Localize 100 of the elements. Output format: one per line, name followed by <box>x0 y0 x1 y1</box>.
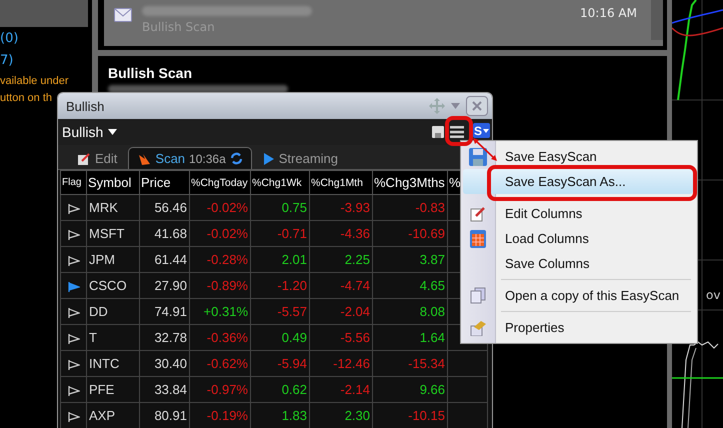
menu-item[interactable]: Load Columns <box>463 226 693 251</box>
column-header[interactable]: Symbol <box>86 170 140 194</box>
flag-icon[interactable] <box>68 282 80 292</box>
table-cell: PFE <box>86 376 140 402</box>
play-icon <box>262 152 275 166</box>
menu-item[interactable]: Save Columns <box>463 251 693 276</box>
table-cell: -0.83 <box>372 194 448 220</box>
table-cell: -4.74 <box>310 272 372 298</box>
table-cell: 0.62 <box>250 376 310 402</box>
table-cell: +0.31% <box>190 298 250 324</box>
flag-icon[interactable] <box>68 256 80 266</box>
table-cell: T <box>86 324 140 350</box>
table-cell: 8.08 <box>372 298 448 324</box>
table-cell: 9.66 <box>372 376 448 402</box>
menu-item[interactable]: Properties <box>463 315 693 340</box>
column-header[interactable]: %Chg1Mth <box>310 170 372 194</box>
column-header[interactable]: %Chg3Mths <box>372 170 448 194</box>
message-time: 10:16 AM <box>580 6 637 20</box>
flag-icon[interactable] <box>68 230 80 240</box>
table-cell: -2.04 <box>310 298 372 324</box>
table-cell: -0.02% <box>190 194 250 220</box>
flag-icon[interactable] <box>68 386 80 396</box>
tab[interactable]: Scan 10:36a <box>128 147 252 169</box>
menu-item[interactable]: Open a copy of this EasyScan <box>463 283 693 308</box>
table-cell: -0.28% <box>190 246 250 272</box>
table-cell: DD <box>86 298 140 324</box>
envelope-icon <box>114 8 132 22</box>
flag-icon[interactable] <box>68 308 80 318</box>
table-cell: 1.64 <box>372 324 448 350</box>
flag-icon[interactable] <box>68 204 80 214</box>
flag-icon[interactable] <box>68 334 80 344</box>
notice-text: vailable under <box>0 74 68 89</box>
table-cell: MSFT <box>86 220 140 246</box>
table-cell: 74.91 <box>140 298 190 324</box>
table-cell: -3.93 <box>310 194 372 220</box>
flag-icon[interactable] <box>68 412 80 422</box>
highlight-outline <box>445 116 473 146</box>
window-title: Bullish <box>66 98 106 114</box>
chart-label: ov <box>706 288 720 302</box>
notice-text: utton on th <box>0 91 52 106</box>
table-cell: 33.84 <box>140 376 190 402</box>
count-text: 7) <box>0 52 14 70</box>
table-cell: -5.56 <box>310 324 372 350</box>
edit-icon <box>470 206 486 222</box>
column-header[interactable]: %ChgToday <box>190 170 250 194</box>
table-cell: 0.75 <box>250 194 310 220</box>
table-cell: -0.71 <box>250 220 310 246</box>
table-cell: -2.14 <box>310 376 372 402</box>
menu-item[interactable]: Save EasyScan As... <box>463 169 693 194</box>
table-cell: -10.69 <box>372 220 448 246</box>
flag-icon[interactable] <box>68 360 80 370</box>
table-cell: -4.36 <box>310 220 372 246</box>
properties-icon <box>470 320 486 336</box>
close-icon <box>472 101 482 111</box>
table-cell: 3.87 <box>372 246 448 272</box>
pencil-icon <box>77 152 91 166</box>
table-cell: 32.78 <box>140 324 190 350</box>
table-cell: -15.34 <box>372 350 448 376</box>
table-cell: MRK <box>86 194 140 220</box>
table-cell: 41.68 <box>140 220 190 246</box>
table-cell: 2.01 <box>250 246 310 272</box>
floppy-icon <box>469 148 487 166</box>
table-cell: CSCO <box>86 272 140 298</box>
table-cell: -0.89% <box>190 272 250 298</box>
table-cell: -0.62% <box>190 350 250 376</box>
caret-icon <box>108 129 118 135</box>
caret-icon <box>483 128 489 132</box>
table-cell: INTC <box>86 350 140 376</box>
scanner-button[interactable]: S <box>473 123 490 138</box>
table-cell: AXP <box>86 402 140 428</box>
table-cell: -5.57 <box>250 298 310 324</box>
column-header[interactable]: Flag <box>60 170 86 194</box>
table-cell: -0.02% <box>190 220 250 246</box>
table-cell: -0.97% <box>190 376 250 402</box>
table-cell: 4.65 <box>372 272 448 298</box>
count-text: (0) <box>0 30 20 48</box>
table-cell: -1.20 <box>250 272 310 298</box>
table-cell: 0.49 <box>250 324 310 350</box>
column-header[interactable]: %Chg1Wk <box>250 170 310 194</box>
refresh-icon[interactable] <box>230 152 243 165</box>
tab[interactable]: Streaming <box>254 147 347 169</box>
table-cell: 30.40 <box>140 350 190 376</box>
table-cell: -5.94 <box>250 350 310 376</box>
scan-selector[interactable]: Bullish <box>62 124 118 140</box>
table-cell: -12.46 <box>310 350 372 376</box>
copy-icon <box>470 287 486 304</box>
save-icon[interactable] <box>432 126 444 138</box>
menu-item[interactable]: Save EasyScan <box>463 144 693 169</box>
table-cell: JPM <box>86 246 140 272</box>
table-cell: 27.90 <box>140 272 190 298</box>
annotation-arrow <box>472 137 498 163</box>
grid-icon <box>470 230 486 248</box>
table-cell: -0.36% <box>190 324 250 350</box>
menu-item[interactable]: Edit Columns <box>463 201 693 226</box>
column-header[interactable]: Price <box>140 170 190 194</box>
scrollbar[interactable] <box>651 0 663 40</box>
detail-title: Bullish Scan <box>108 65 192 81</box>
tab[interactable]: Edit <box>68 147 126 169</box>
menu-icon[interactable] <box>450 125 464 139</box>
table-cell: 2.25 <box>310 246 372 272</box>
